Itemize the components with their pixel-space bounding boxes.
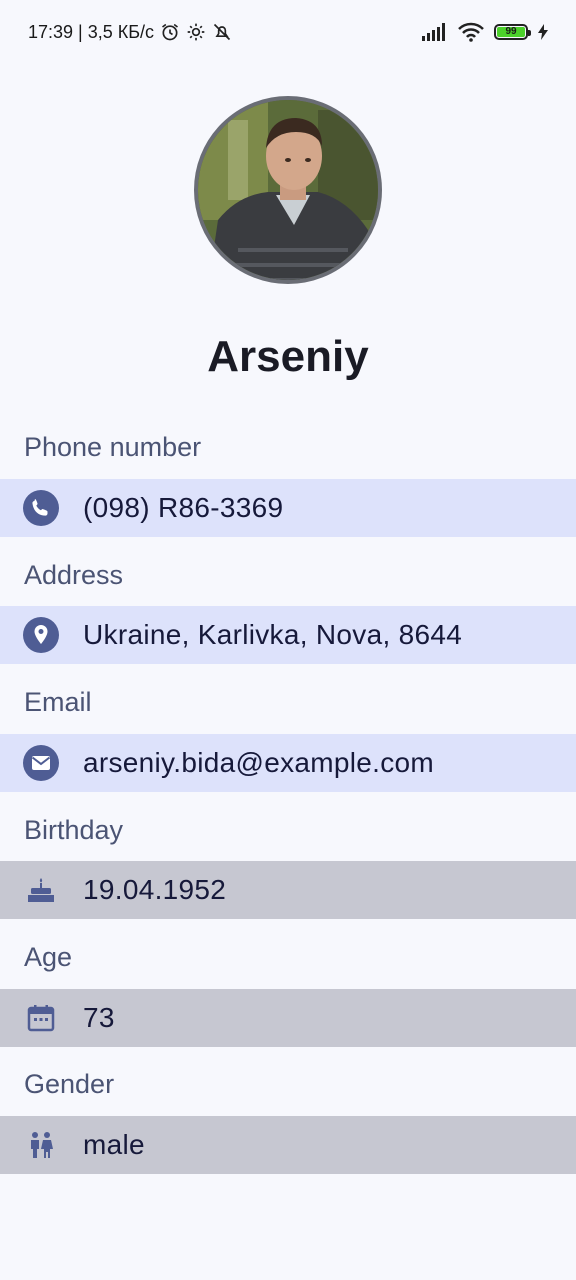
signal-icon: [422, 23, 448, 41]
battery-level: 99: [497, 27, 525, 37]
status-bar: 17:39 | 3,5 КБ/с 99: [0, 0, 576, 64]
birthday-value: 19.04.1952: [83, 874, 227, 905]
address-row[interactable]: Ukraine, Karlivka, Nova, 8644: [0, 606, 576, 664]
people-icon: [23, 1127, 59, 1163]
gender-row: male: [0, 1116, 576, 1174]
gender-value: male: [83, 1129, 145, 1160]
status-left: 17:39 | 3,5 КБ/с: [28, 22, 232, 43]
age-value: 73: [83, 1002, 115, 1033]
calendar-icon: [23, 1000, 59, 1036]
settings-gear-icon: [186, 22, 206, 42]
age-row: 73: [0, 989, 576, 1047]
phone-icon: [23, 490, 59, 526]
email-row[interactable]: arseniy.bida@example.com: [0, 734, 576, 792]
mail-icon: [23, 745, 59, 781]
gender-label: Gender: [24, 1069, 115, 1099]
avatar: [194, 96, 382, 284]
address-value: Ukraine, Karlivka, Nova, 8644: [83, 619, 463, 650]
address-label: Address: [24, 560, 124, 590]
phone-value: (098) R86-3369: [83, 492, 284, 523]
alarm-icon: [160, 22, 180, 42]
email-label: Email: [24, 687, 92, 717]
profile-name: Arseniy: [207, 332, 369, 381]
notifications-off-icon: [212, 22, 232, 42]
status-right: 99: [422, 22, 548, 42]
email-value: arseniy.bida@example.com: [83, 747, 435, 778]
phone-label: Phone number: [24, 432, 202, 462]
phone-row[interactable]: (098) R86-3369: [0, 479, 576, 537]
cake-icon: [23, 872, 59, 908]
location-pin-icon: [23, 617, 59, 653]
birthday-label: Birthday: [24, 815, 124, 845]
status-time: 17:39 | 3,5 КБ/с: [28, 21, 155, 42]
birthday-row: 19.04.1952: [0, 861, 576, 919]
avatar-photo: [198, 100, 378, 280]
battery-icon: 99: [494, 24, 531, 40]
age-label: Age: [24, 942, 73, 972]
wifi-icon: [458, 22, 484, 42]
charging-bolt-icon: [538, 24, 548, 40]
